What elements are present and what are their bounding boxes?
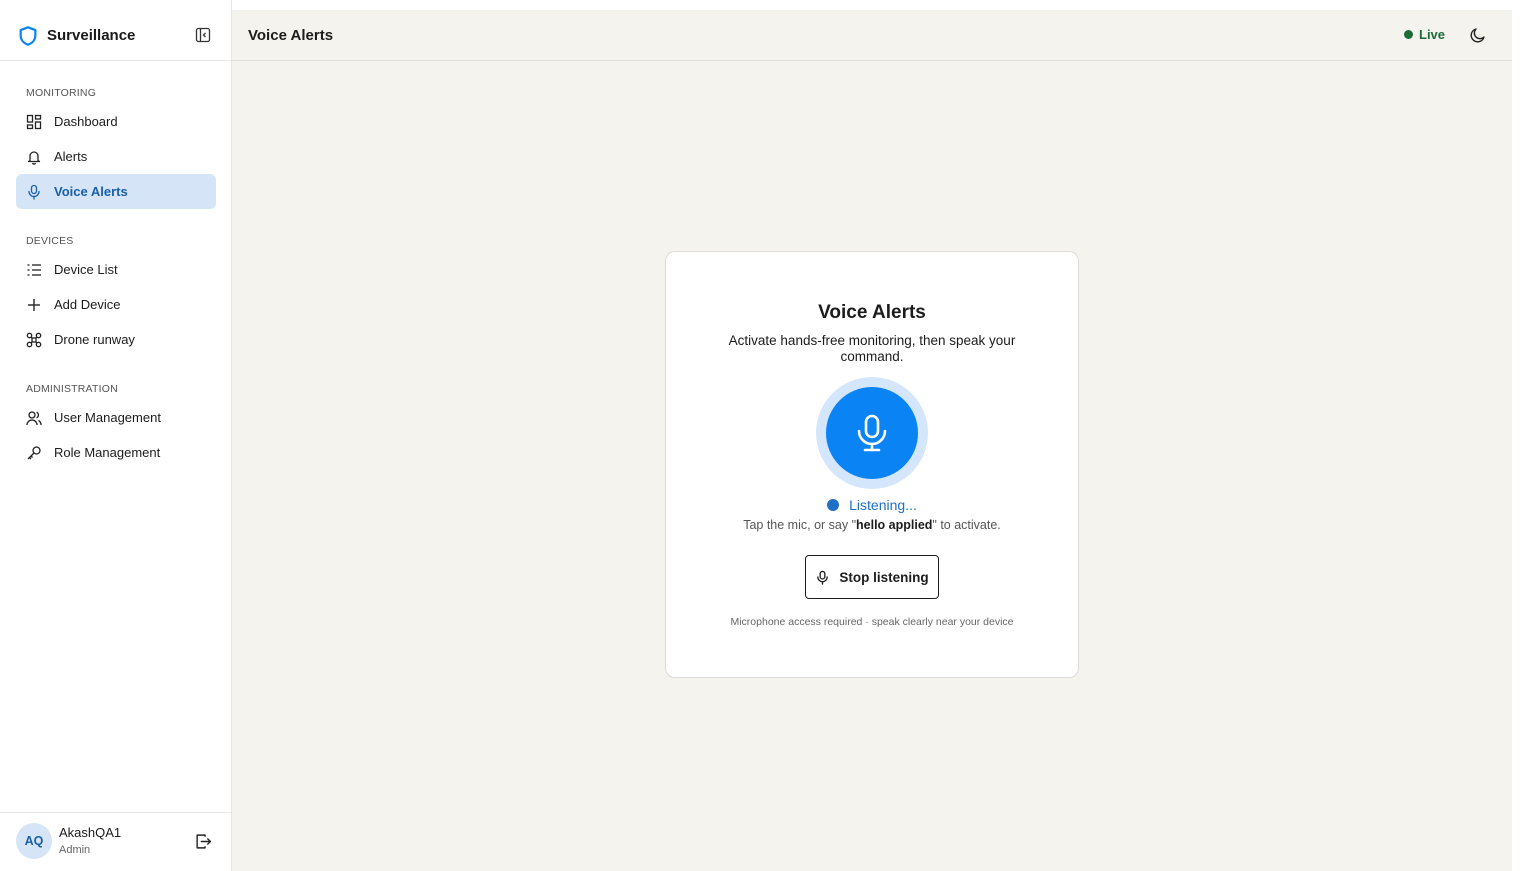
brand-name: Surveillance — [47, 27, 136, 44]
mic-icon — [857, 414, 887, 452]
card-title: Voice Alerts — [818, 302, 926, 323]
sidebar-item-user-management[interactable]: User Management — [16, 400, 216, 435]
card-description: Activate hands-free monitoring, then spe… — [728, 333, 1016, 364]
hint-keyword: hello applied — [856, 518, 933, 532]
list-icon — [27, 263, 41, 276]
listening-status: Listening... — [666, 497, 1078, 513]
live-dot-icon — [1404, 30, 1413, 39]
drone-icon — [26, 332, 42, 347]
user-profile: AQ AkashQA1 Admin — [0, 812, 231, 871]
live-status-label: Live — [1419, 27, 1446, 42]
sidebar-item-label: Add Device — [54, 297, 121, 312]
plus-icon — [28, 298, 40, 311]
page-title: Voice Alerts — [248, 27, 334, 44]
sidebar-item-label: Device List — [54, 262, 118, 277]
stop-listening-button[interactable]: Stop listening — [805, 555, 939, 599]
live-status-badge: Live — [1404, 27, 1445, 42]
mic-icon — [28, 184, 40, 200]
listening-status-text: Listening... — [849, 497, 917, 513]
moon-icon[interactable] — [1469, 26, 1487, 44]
sidebar-item-add-device[interactable]: Add Device — [16, 287, 216, 322]
mic-icon — [817, 570, 829, 585]
sidebar-item-label: Role Management — [54, 445, 161, 460]
activation-hint: Tap the mic, or say "hello applied" to a… — [666, 518, 1078, 532]
top-bar: Voice Alerts Live — [232, 10, 1512, 61]
user-role: Admin — [59, 844, 91, 856]
sidebar-item-label: Voice Alerts — [54, 184, 128, 199]
key-icon — [27, 445, 41, 459]
dashboard-icon — [26, 114, 42, 129]
sidebar-item-voice-alerts[interactable]: Voice Alerts — [16, 174, 216, 209]
sidebar-item-dashboard[interactable]: Dashboard — [16, 104, 216, 139]
sidebar-item-label: Alerts — [54, 149, 88, 164]
sidebar: Surveillance MONITORING Dashboard Alerts… — [0, 0, 232, 871]
sidebar-collapse-icon[interactable] — [195, 27, 211, 43]
voice-alerts-card: Voice Alerts Activate hands-free monitor… — [665, 251, 1079, 678]
avatar[interactable]: AQ — [16, 823, 52, 859]
stop-listening-label: Stop listening — [839, 569, 929, 585]
section-label-administration: ADMINISTRATION — [26, 383, 118, 395]
sidebar-item-device-list[interactable]: Device List — [16, 252, 216, 287]
bell-icon — [27, 150, 41, 165]
section-label-monitoring: MONITORING — [26, 87, 97, 99]
sidebar-item-label: Dashboard — [54, 114, 118, 129]
mic-button[interactable] — [826, 387, 918, 479]
logout-icon[interactable] — [195, 833, 212, 850]
hint-suffix: " to activate. — [932, 518, 1001, 532]
sidebar-item-label: User Management — [54, 410, 161, 425]
sidebar-item-alerts[interactable]: Alerts — [16, 139, 216, 174]
users-icon — [26, 410, 42, 425]
shield-icon — [19, 26, 37, 46]
brand-header: Surveillance — [0, 10, 231, 61]
user-name: AkashQA1 — [59, 825, 122, 840]
listening-dot-icon — [827, 499, 840, 511]
sidebar-item-label: Drone runway — [54, 332, 135, 347]
hint-prefix: Tap the mic, or say " — [743, 518, 857, 532]
sidebar-item-role-management[interactable]: Role Management — [16, 435, 216, 470]
mic-halo — [816, 377, 928, 489]
sidebar-item-drone-runway[interactable]: Drone runway — [16, 322, 216, 357]
microphone-footnote: Microphone access required · speak clear… — [730, 616, 1014, 628]
main-content: Voice Alerts Live Voice Alerts Activate … — [232, 10, 1512, 871]
section-label-devices: DEVICES — [26, 235, 74, 247]
